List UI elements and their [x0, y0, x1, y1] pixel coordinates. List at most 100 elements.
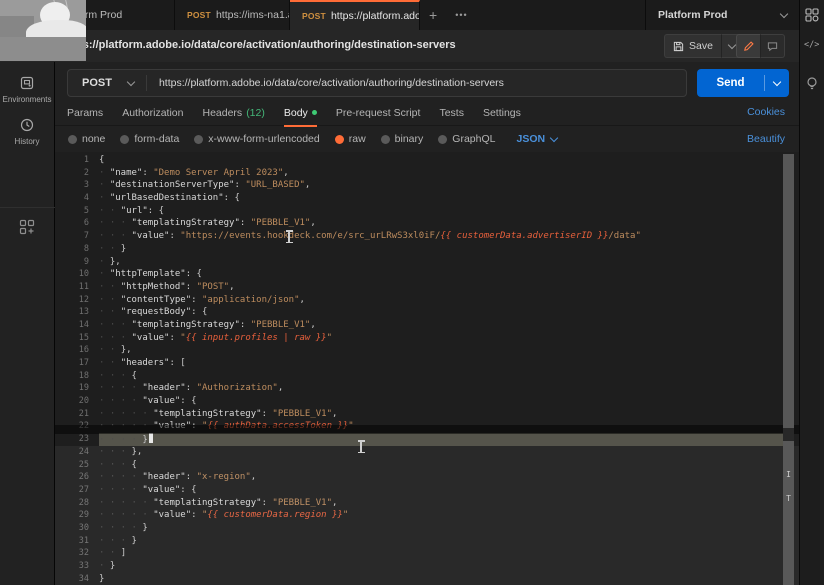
send-options-button[interactable] — [765, 82, 789, 85]
code-line[interactable]: 9· }, — [55, 256, 799, 269]
code-text: · · }, — [99, 344, 783, 357]
token: : — [240, 320, 251, 330]
request-title-url: https://platform.adobe.io/data/core/acti… — [62, 39, 456, 51]
tab-tests[interactable]: Tests — [439, 100, 464, 126]
code-text: · · · · } — [99, 522, 783, 535]
code-snippet-button[interactable]: </> — [804, 40, 819, 50]
code-line[interactable]: 30· · · · } — [55, 522, 799, 535]
indent-whitespace: · · · · — [99, 383, 142, 393]
code-line[interactable]: 33· } — [55, 560, 799, 573]
token: : — [191, 510, 202, 520]
beautify-link[interactable]: Beautify — [747, 133, 785, 145]
sidebar-item-environments[interactable]: Environments — [0, 62, 54, 104]
body-mode-raw[interactable]: raw — [335, 133, 366, 145]
method-selector[interactable]: POST — [68, 77, 128, 89]
code-line[interactable]: 20· · · · "value": { — [55, 395, 799, 408]
code-line[interactable]: 23· · · · } — [55, 433, 799, 446]
tab-params[interactable]: Params — [67, 100, 103, 126]
code-line[interactable]: 27· · · · "value": { — [55, 484, 799, 497]
code-line[interactable]: 16· · }, — [55, 344, 799, 357]
token: { — [132, 371, 137, 381]
indent-whitespace: · · · — [99, 371, 132, 381]
tab-request-ims[interactable]: POSThttps://ims-na1.adobe — [175, 0, 290, 30]
code-line[interactable]: 12· · "contentType": "application/json", — [55, 294, 799, 307]
code-line[interactable]: 5· · "url": { — [55, 205, 799, 218]
code-line[interactable]: 14· · · "templatingStrategy": "PEBBLE_V1… — [55, 319, 799, 332]
token: { — [99, 155, 104, 165]
lightbulb-icon[interactable] — [805, 76, 819, 92]
code-line[interactable]: 11· · "httpMethod": "POST", — [55, 281, 799, 294]
body-code-editor[interactable]: 1{2· "name": "Demo Server April 2023",3·… — [55, 152, 799, 585]
code-line[interactable]: 13· · "requestBody": { — [55, 306, 799, 319]
request-panel: POST https://platform.adobe.io/data/core… — [55, 62, 799, 585]
body-type-bar: none form-data x-www-form-urlencoded raw bin… — [55, 126, 799, 152]
body-mode-GraphQL[interactable]: GraphQL — [438, 133, 495, 145]
tab-body[interactable]: Body — [284, 100, 317, 126]
code-line[interactable]: 29· · · · · "value": "{{ customerData.re… — [55, 509, 799, 522]
sidebar-item-history[interactable]: History — [0, 104, 54, 146]
token: }, — [121, 345, 132, 355]
code-line[interactable]: 18· · · { — [55, 370, 799, 383]
line-number: 24 — [55, 446, 99, 459]
code-line[interactable]: 2· "name": "Demo Server April 2023", — [55, 167, 799, 180]
scrollbar-thumb[interactable] — [783, 441, 794, 585]
tab-settings[interactable]: Settings — [483, 100, 521, 126]
code-line[interactable]: 15· · · "value": "{{ input.profiles | ra… — [55, 332, 799, 345]
code-line[interactable]: 24· · · }, — [55, 446, 799, 459]
code-line[interactable]: 8· · } — [55, 243, 799, 256]
rename-button[interactable] — [736, 34, 760, 58]
body-mode-none[interactable]: none — [68, 133, 105, 145]
code-line[interactable]: 6· · · "templatingStrategy": "PEBBLE_V1"… — [55, 217, 799, 230]
comments-button[interactable] — [760, 34, 785, 58]
token: "value" — [142, 396, 180, 406]
environment-quick-look-button[interactable] — [805, 8, 819, 22]
indent-whitespace: · — [99, 193, 110, 203]
code-line[interactable]: 3· "destinationServerType": "URL_BASED", — [55, 179, 799, 192]
new-tab-button[interactable]: + — [420, 0, 446, 30]
tab-request-platform[interactable]: POSThttps://platform.adob — [290, 0, 420, 30]
code-line[interactable]: 7· · · "value": "https://events.hookdeck… — [55, 230, 799, 243]
indent-whitespace: · · — [99, 282, 121, 292]
radio-label: GraphQL — [452, 133, 495, 145]
request-url-input[interactable]: https://platform.adobe.io/data/core/acti… — [147, 77, 504, 89]
code-line[interactable]: 10· "httpTemplate": { — [55, 268, 799, 281]
code-line[interactable]: 22· · · · · "value": "{{ authData.access… — [55, 420, 799, 433]
body-mode-binary[interactable]: binary — [381, 133, 424, 145]
code-text: · · · · } — [99, 433, 783, 446]
send-button[interactable]: Send — [697, 69, 789, 97]
line-number: 5 — [55, 205, 99, 218]
language-selector[interactable]: JSON — [516, 133, 557, 145]
add-panel-button[interactable] — [19, 219, 35, 235]
editor-scrollbar[interactable]: I T — [783, 154, 794, 585]
code-line[interactable]: 32· · ] — [55, 547, 799, 560]
save-button[interactable]: Save — [664, 34, 721, 58]
code-line[interactable]: 21· · · · · "templatingStrategy": "PEBBL… — [55, 408, 799, 421]
code-line[interactable]: 25· · · { — [55, 459, 799, 472]
token: : — [262, 498, 273, 508]
code-text: · } — [99, 560, 783, 573]
code-line[interactable]: 28· · · · · "templatingStrategy": "PEBBL… — [55, 497, 799, 510]
scrollbar-thumb[interactable] — [783, 154, 794, 428]
body-mode-form-data[interactable]: form-data — [120, 133, 179, 145]
more-tabs-button[interactable]: ••• — [446, 0, 476, 30]
environment-selector[interactable]: Platform Prod — [645, 0, 799, 30]
tab-headers[interactable]: Headers(12) — [202, 100, 264, 126]
code-line[interactable]: 1{ — [55, 154, 799, 167]
token: : { — [180, 485, 196, 495]
token: : — [186, 282, 197, 292]
tab-authorization[interactable]: Authorization — [122, 100, 183, 126]
code-line[interactable]: 34} — [55, 573, 799, 585]
cookies-link[interactable]: Cookies — [747, 106, 785, 118]
line-number: 9 — [55, 256, 99, 269]
line-number: 29 — [55, 509, 99, 522]
token: "header" — [142, 472, 185, 482]
code-line[interactable]: 26· · · · "header": "x-region", — [55, 471, 799, 484]
tab-pre-request-script[interactable]: Pre-request Script — [336, 100, 421, 126]
indent-whitespace: · · · · · — [99, 510, 153, 520]
code-line[interactable]: 4· "urlBasedDestination": { — [55, 192, 799, 205]
code-line[interactable]: 19· · · · "header": "Authorization", — [55, 382, 799, 395]
code-line[interactable]: 31· · · } — [55, 535, 799, 548]
code-line[interactable]: 17· · "headers": [ — [55, 357, 799, 370]
body-mode-x-www-form-urlencoded[interactable]: x-www-form-urlencoded — [194, 133, 319, 145]
token: "Authorization" — [197, 383, 278, 393]
